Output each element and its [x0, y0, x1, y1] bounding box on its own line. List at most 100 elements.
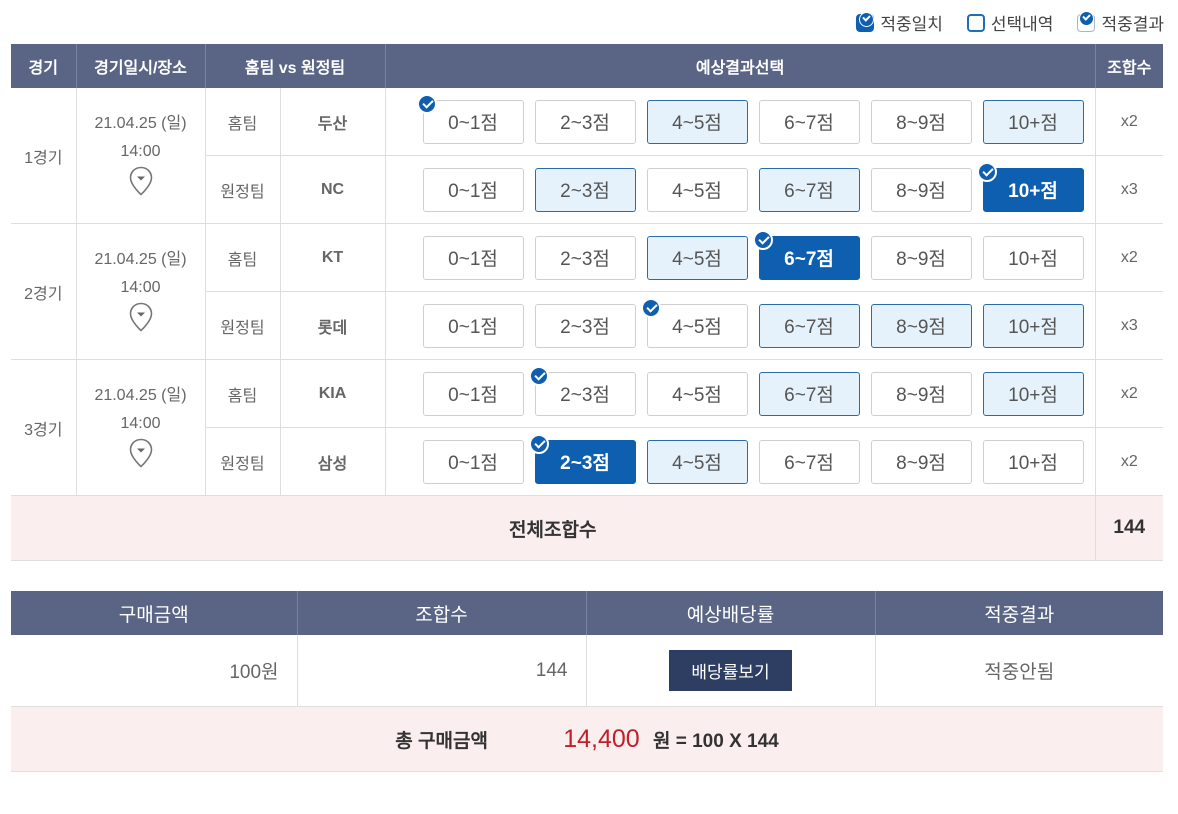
- score-option[interactable]: 4~5점: [646, 235, 748, 280]
- score-option-label: 10+점: [1008, 181, 1058, 202]
- grand-total-value: 14,400: [563, 724, 640, 753]
- selected-icon: [966, 13, 985, 32]
- header-result: 적중결과: [875, 591, 1163, 635]
- score-option[interactable]: 4~5점: [646, 371, 748, 416]
- score-option-label: 2~3점: [560, 113, 610, 134]
- game-number: 2경기: [11, 223, 77, 360]
- location-pin-icon[interactable]: [128, 302, 154, 332]
- score-option[interactable]: 10+점: [982, 439, 1084, 484]
- score-option[interactable]: 2~3점: [534, 303, 636, 348]
- score-option[interactable]: 8~9점: [870, 439, 972, 484]
- score-option[interactable]: 2~3점: [534, 99, 636, 144]
- score-option[interactable]: 4~5점: [646, 439, 748, 484]
- score-option[interactable]: 2~3점: [528, 433, 636, 484]
- score-option-label: 10+점: [1008, 249, 1058, 270]
- multiplier: x2: [1095, 359, 1164, 428]
- legend-match-label: 적중일치: [880, 15, 943, 34]
- multiplier: x3: [1095, 291, 1164, 360]
- score-option-label: 2~3점: [560, 181, 610, 202]
- score-option-label: 10+점: [1008, 385, 1058, 406]
- score-option[interactable]: 8~9점: [870, 303, 972, 348]
- score-options: 0~1점 2~3점 4~5점 6~7점 8~9점 10+점: [386, 297, 1095, 348]
- legend-match: 적중일치: [856, 10, 943, 35]
- score-option[interactable]: 6~7점: [758, 439, 860, 484]
- options-cell: 0~1점 2~3점 4~5점 6~7점 8~9점 10+점: [385, 291, 1096, 360]
- score-option-label: 4~5점: [672, 453, 722, 474]
- score-option-label: 2~3점: [560, 249, 610, 270]
- score-option-label: 8~9점: [896, 113, 946, 134]
- score-option-label: 6~7점: [784, 113, 834, 134]
- score-option[interactable]: 6~7점: [758, 303, 860, 348]
- score-option[interactable]: 6~7점: [758, 99, 860, 144]
- team-name: 삼성: [280, 427, 386, 496]
- multiplier: x2: [1095, 223, 1164, 292]
- score-option[interactable]: 6~7점: [758, 371, 860, 416]
- game-datetime: 21.04.25 (일) 14:00: [76, 88, 206, 224]
- game-time: 14:00: [120, 279, 161, 296]
- options-cell: 0~1점 2~3점 4~5점 6~7점 8~9점 10+점: [385, 155, 1096, 224]
- score-options: 0~1점 2~3점 4~5점 6~7점 8~9점 10+점: [386, 161, 1095, 212]
- team-role: 원정팀: [205, 291, 281, 360]
- score-option[interactable]: 8~9점: [870, 99, 972, 144]
- team-name: 롯데: [280, 291, 386, 360]
- score-option[interactable]: 2~3점: [528, 365, 636, 416]
- result-icon: [1077, 10, 1096, 32]
- score-options: 0~1점 2~3점 4~5점 6~7점 8~9점 10+점: [386, 365, 1095, 416]
- header-combos: 조합수: [1095, 44, 1164, 88]
- legend-selected-label: 선택내역: [990, 15, 1054, 34]
- grand-total-label: 총 구매금액: [395, 730, 488, 752]
- score-option[interactable]: 10+점: [982, 235, 1084, 280]
- header-game: 경기: [11, 44, 77, 88]
- odds-view-button[interactable]: 배당률보기: [669, 650, 792, 691]
- team-name: KT: [280, 223, 386, 292]
- score-option[interactable]: 8~9점: [870, 371, 972, 416]
- score-option-label: 4~5점: [672, 249, 722, 270]
- score-option-label: 8~9점: [896, 249, 946, 270]
- score-option-label: 6~7점: [784, 453, 834, 474]
- score-option[interactable]: 8~9점: [870, 167, 972, 212]
- legend-result-label: 적중결과: [1101, 15, 1164, 34]
- score-option[interactable]: 2~3점: [534, 235, 636, 280]
- location-pin-icon[interactable]: [128, 166, 154, 196]
- score-option[interactable]: 6~7점: [752, 229, 860, 280]
- score-option[interactable]: 0~1점: [416, 93, 524, 144]
- game-datetime: 21.04.25 (일) 14:00: [76, 223, 206, 360]
- score-option[interactable]: 10+점: [982, 99, 1084, 144]
- game-number: 3경기: [11, 359, 77, 496]
- score-option[interactable]: 4~5점: [640, 297, 748, 348]
- score-option[interactable]: 0~1점: [422, 439, 524, 484]
- score-option-label: 8~9점: [896, 181, 946, 202]
- header-sum-combos: 조합수: [297, 591, 587, 635]
- options-cell: 0~1점 2~3점 4~5점 6~7점 8~9점 10+점: [385, 359, 1096, 428]
- match-icon: [856, 11, 875, 32]
- score-option-label: 10+점: [1008, 453, 1058, 474]
- grand-total-row: 총 구매금액 14,400 원 = 100 X 144: [11, 706, 1163, 772]
- score-options: 0~1점 2~3점 4~5점 6~7점 8~9점 10+점: [386, 433, 1095, 484]
- grand-total-cell: 총 구매금액 14,400 원 = 100 X 144: [11, 706, 1163, 772]
- team-name: 두산: [280, 88, 386, 156]
- score-option-label: 2~3점: [560, 317, 610, 338]
- team-role: 원정팀: [205, 427, 281, 496]
- score-option[interactable]: 10+점: [982, 303, 1084, 348]
- score-option-label: 0~1점: [448, 453, 498, 474]
- score-option[interactable]: 8~9점: [870, 235, 972, 280]
- score-options: 0~1점 2~3점 4~5점 6~7점 8~9점 10+점: [386, 229, 1095, 280]
- score-option[interactable]: 0~1점: [422, 303, 524, 348]
- location-pin-icon[interactable]: [128, 438, 154, 468]
- score-option[interactable]: 2~3점: [534, 167, 636, 212]
- score-option[interactable]: 0~1점: [422, 235, 524, 280]
- score-option[interactable]: 6~7점: [758, 167, 860, 212]
- summary-table: 구매금액 조합수 예상배당률 적중결과 100원 144 배당률보기 적중안됨 …: [11, 591, 1163, 772]
- total-row: 전체조합수 144: [11, 495, 1164, 561]
- score-option[interactable]: 10+점: [982, 371, 1084, 416]
- game-row: 3경기 21.04.25 (일) 14:00 홈팀 KIA 0~1점 2~3점 4~5점 6~7…: [11, 359, 1164, 496]
- score-option[interactable]: 4~5점: [646, 99, 748, 144]
- score-option[interactable]: 0~1점: [422, 167, 524, 212]
- score-option[interactable]: 10+점: [976, 161, 1084, 212]
- header-datetime: 경기일시/장소: [76, 44, 206, 88]
- odds-cell: 배당률보기: [586, 635, 876, 707]
- score-option[interactable]: 0~1점: [422, 371, 524, 416]
- score-option-label: 0~1점: [448, 249, 498, 270]
- score-option[interactable]: 4~5점: [646, 167, 748, 212]
- game-time: 14:00: [120, 415, 161, 432]
